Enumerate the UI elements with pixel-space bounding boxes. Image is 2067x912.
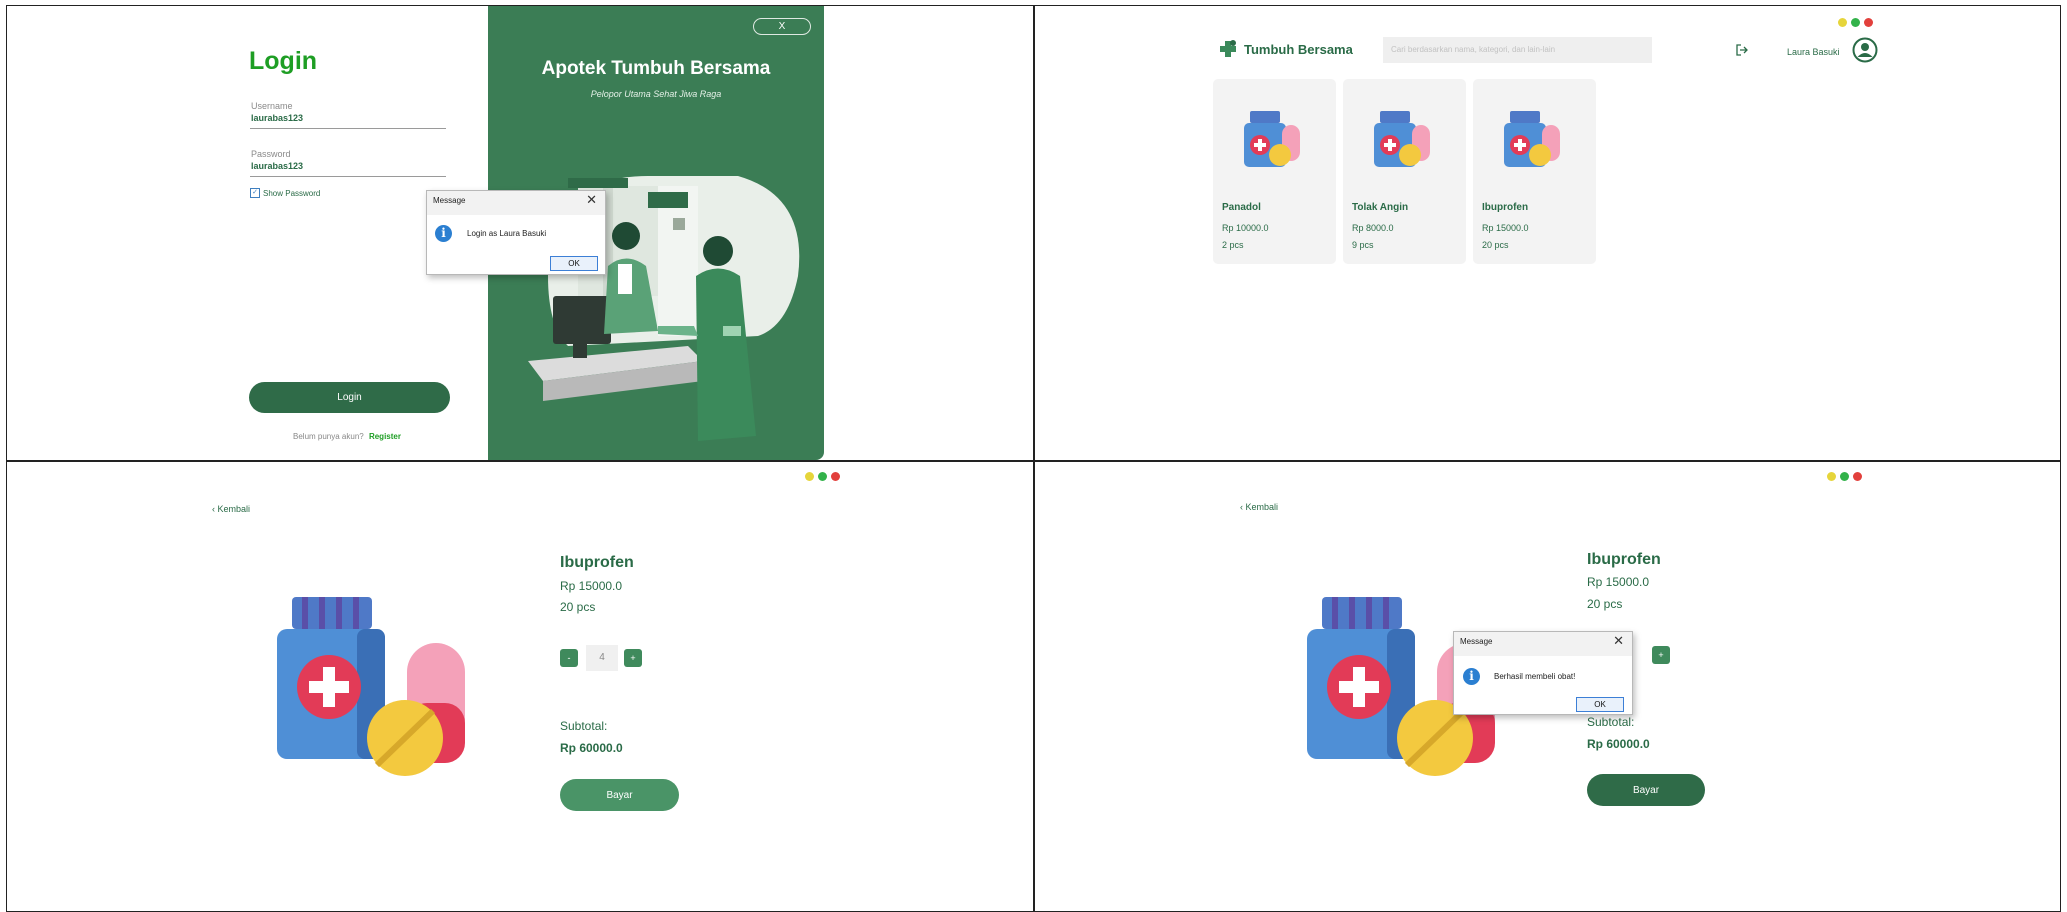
quantity-increment-button[interactable]: + bbox=[1652, 646, 1670, 664]
purchase-message-dialog: Message ✕ i Berhasil membeli obat! OK bbox=[1453, 631, 1633, 715]
window-controls bbox=[805, 472, 840, 481]
subtotal-value: Rp 60000.0 bbox=[1587, 737, 1650, 751]
logout-icon[interactable] bbox=[1735, 43, 1749, 57]
dashboard-screen: Tumbuh Bersama Cari berdasarkan nama, ka… bbox=[1035, 6, 2061, 460]
dialog-close-icon[interactable]: ✕ bbox=[1613, 633, 1624, 649]
medicine-icon bbox=[1244, 111, 1300, 167]
product-price: Rp 8000.0 bbox=[1352, 223, 1394, 233]
medicine-image bbox=[277, 597, 465, 776]
dialog-text: Berhasil membeli obat! bbox=[1494, 672, 1576, 681]
back-label: Kembali bbox=[217, 504, 251, 514]
product-name: Ibuprofen bbox=[1587, 551, 1661, 568]
info-icon: i bbox=[1463, 668, 1480, 685]
dialog-text: Login as Laura Basuki bbox=[467, 229, 547, 238]
dialog-body: i Login as Laura Basuki OK bbox=[427, 215, 605, 274]
medicine-icon bbox=[1374, 111, 1430, 167]
close-icon[interactable] bbox=[1864, 18, 1873, 27]
product-card[interactable]: Panadol Rp 10000.0 2 pcs bbox=[1213, 79, 1336, 264]
chevron-left-icon: ‹ bbox=[1240, 502, 1243, 512]
dialog-ok-button[interactable]: OK bbox=[1576, 697, 1624, 712]
product-name: Tolak Angin bbox=[1352, 202, 1409, 213]
back-link[interactable]: ‹ Kembali bbox=[1240, 502, 1278, 512]
close-icon[interactable] bbox=[1853, 472, 1862, 481]
product-price: Rp 15000.0 bbox=[1587, 575, 1650, 589]
minimize-icon[interactable] bbox=[1827, 472, 1836, 481]
search-input[interactable]: Cari berdasarkan nama, kategori, dan lai… bbox=[1383, 37, 1652, 63]
maximize-icon[interactable] bbox=[1851, 18, 1860, 27]
pay-button[interactable]: Bayar bbox=[560, 779, 679, 811]
subtotal-label: Subtotal: bbox=[1587, 715, 1635, 729]
product-name: Ibuprofen bbox=[1482, 202, 1529, 213]
product-stock: 20 pcs bbox=[1482, 240, 1509, 250]
quantity-input[interactable]: 4 bbox=[586, 645, 618, 671]
register-prompt: Belum punya akun? bbox=[293, 432, 364, 441]
back-link[interactable]: ‹ Kembali bbox=[212, 504, 250, 514]
dialog-close-icon[interactable]: ✕ bbox=[586, 192, 597, 208]
maximize-icon[interactable] bbox=[818, 472, 827, 481]
leaf-cross-icon bbox=[1220, 40, 1236, 57]
product-stock: 2 pcs bbox=[1222, 240, 1244, 250]
login-screen: Login Username laurabas123 Password laur… bbox=[7, 6, 1033, 460]
product-stock: 20 pcs bbox=[560, 600, 596, 614]
product-stock: 20 pcs bbox=[1587, 597, 1623, 611]
brand-subtitle: Pelopor Utama Sehat Jiwa Raga bbox=[590, 89, 722, 99]
dialog-body: i Berhasil membeli obat! OK bbox=[1454, 656, 1632, 714]
product-stock: 9 pcs bbox=[1352, 240, 1374, 250]
quantity-increment-button[interactable]: + bbox=[624, 649, 642, 667]
product-card[interactable]: Tolak Angin Rp 8000.0 9 pcs bbox=[1343, 79, 1466, 264]
product-price: Rp 10000.0 bbox=[1222, 223, 1269, 233]
minimize-icon[interactable] bbox=[1838, 18, 1847, 27]
login-button[interactable]: Login bbox=[249, 382, 450, 413]
subtotal-value: Rp 60000.0 bbox=[560, 741, 623, 755]
quantity-decrement-button[interactable]: - bbox=[560, 649, 578, 667]
product-name: Ibuprofen bbox=[560, 554, 634, 571]
product-card[interactable]: Ibuprofen Rp 15000.0 20 pcs bbox=[1473, 79, 1596, 264]
product-price: Rp 15000.0 bbox=[560, 579, 623, 593]
purchase-screen: ‹ Kembali Ibuprofen Rp 15000.0 20 pcs + … bbox=[1035, 462, 2061, 912]
minimize-icon[interactable] bbox=[805, 472, 814, 481]
username-label: Username bbox=[251, 101, 293, 111]
login-title: Login bbox=[249, 47, 318, 75]
password-underline bbox=[250, 176, 446, 177]
window-controls bbox=[1838, 18, 1873, 27]
maximize-icon[interactable] bbox=[1840, 472, 1849, 481]
login-message-dialog: Message ✕ i Login as Laura Basuki OK bbox=[426, 190, 606, 275]
dialog-ok-button[interactable]: OK bbox=[550, 256, 598, 271]
brand-title: Apotek Tumbuh Bersama bbox=[541, 58, 771, 79]
info-icon: i bbox=[435, 225, 452, 242]
subtotal-label: Subtotal: bbox=[560, 719, 608, 733]
product-price: Rp 15000.0 bbox=[1482, 223, 1529, 233]
user-name: Laura Basuki bbox=[1787, 47, 1840, 57]
detail-screen: ‹ Kembali Ibuprofen Rp 15000.0 20 pcs - … bbox=[7, 462, 1033, 912]
brand-name: Tumbuh Bersama bbox=[1244, 41, 1353, 57]
show-password-label: Show Password bbox=[263, 188, 321, 198]
username-input[interactable]: laurabas123 bbox=[251, 113, 303, 123]
close-icon[interactable] bbox=[831, 472, 840, 481]
username-underline bbox=[250, 128, 446, 129]
pay-button[interactable]: Bayar bbox=[1587, 774, 1705, 806]
back-label: Kembali bbox=[1245, 502, 1279, 512]
window-controls bbox=[1827, 472, 1862, 481]
register-link[interactable]: Register bbox=[369, 432, 401, 441]
dialog-title: Message bbox=[433, 196, 466, 205]
chevron-left-icon: ‹ bbox=[212, 504, 215, 514]
medicine-icon bbox=[1504, 111, 1560, 167]
password-input[interactable]: laurabas123 bbox=[251, 161, 303, 171]
product-name: Panadol bbox=[1222, 202, 1261, 213]
password-label: Password bbox=[251, 149, 291, 159]
dialog-title: Message bbox=[1460, 637, 1493, 646]
checkmark-icon: ✓ bbox=[250, 188, 260, 198]
brand-logo: Tumbuh Bersama bbox=[1218, 39, 1353, 59]
user-avatar-icon[interactable] bbox=[1852, 37, 1878, 63]
show-password-checkbox[interactable]: ✓ Show Password bbox=[250, 188, 320, 198]
close-button[interactable]: X bbox=[753, 18, 811, 35]
